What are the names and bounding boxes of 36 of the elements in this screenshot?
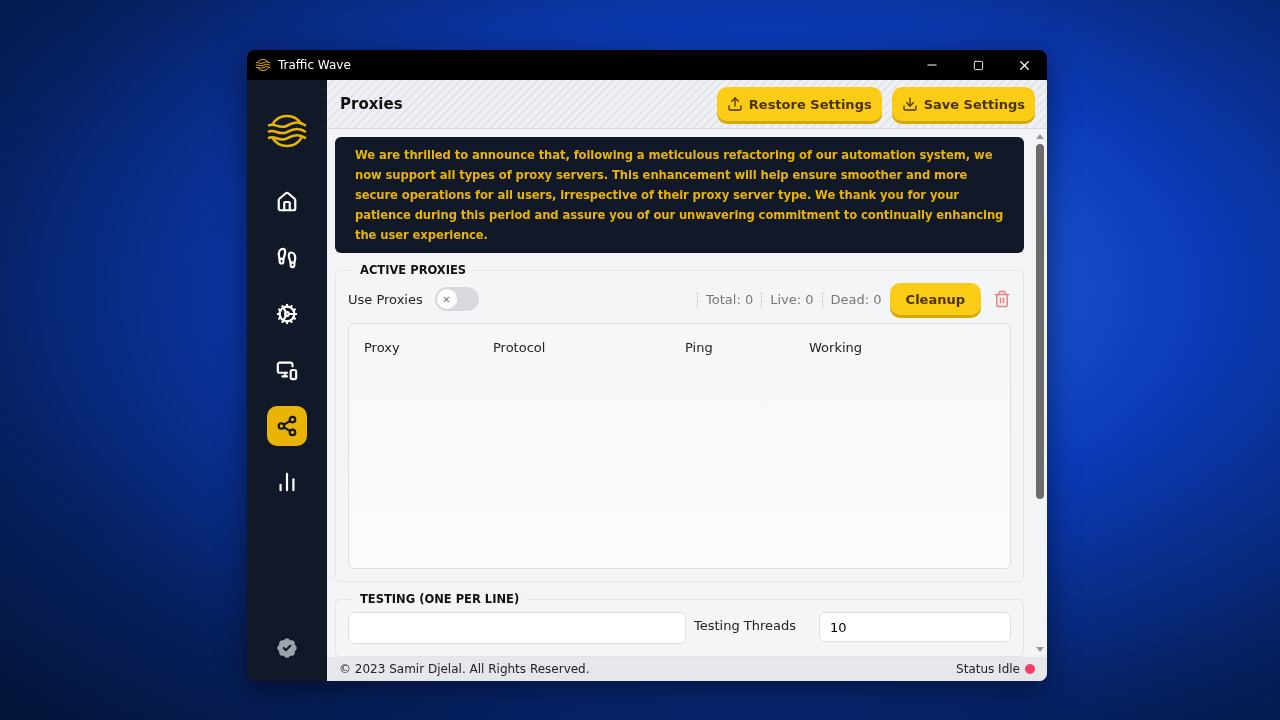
cleanup-button[interactable]: Cleanup xyxy=(889,283,981,315)
proxy-input-field[interactable] xyxy=(348,612,686,644)
signal-bars-icon xyxy=(276,471,298,493)
network-icon xyxy=(276,415,298,437)
save-settings-button[interactable]: Save Settings xyxy=(891,87,1035,121)
wave-logo-icon xyxy=(255,57,271,73)
section-title: TESTING (ONE PER LINE) xyxy=(359,592,521,606)
x-icon xyxy=(442,294,452,304)
download-icon xyxy=(901,96,918,112)
settings-icon xyxy=(276,303,298,325)
threads-input-field[interactable]: 10 xyxy=(819,612,1011,642)
devices-icon xyxy=(276,359,298,381)
maximize-icon xyxy=(972,59,984,71)
status-text: Status Idle xyxy=(956,662,1020,676)
sidebar-nav-button[interactable] xyxy=(267,406,307,446)
verified-badge-icon xyxy=(274,635,300,661)
proxy-count: Total: 0 xyxy=(697,291,762,307)
home-icon xyxy=(276,191,298,213)
section-title: ACTIVE PROXIES xyxy=(359,263,468,277)
proxy-count: Live: 0 xyxy=(761,291,822,307)
announcement-text: We are thrilled to announce that, following a meticulous refactoring of our automation system, we now support all types of proxy servers. This enhancement will help ensure smoother and more secure operations for all users, irrespective of their proxy server type. We thank you for your patience during this period and assure you of our unwavering commitment to continually enhancing the user experience. xyxy=(335,137,1024,253)
column-header: Protocol xyxy=(493,340,547,355)
column-header: Working xyxy=(809,340,864,355)
threads-label: Testing Threads xyxy=(694,618,797,633)
proxy-count: Dead: 0 xyxy=(821,291,890,307)
column-header: Ping xyxy=(685,340,714,355)
column-header: Proxy xyxy=(364,340,401,355)
copyright-text: © 2023 Samir Djelal. All Rights Reserved. xyxy=(339,662,591,676)
page-title: Proxies xyxy=(340,95,404,113)
footprints-icon xyxy=(276,247,298,269)
scrollbar-thumb[interactable] xyxy=(1035,144,1044,499)
restore-settings-button[interactable]: Restore Settings xyxy=(716,87,882,121)
use-proxies-toggle[interactable] xyxy=(434,287,479,311)
upload-icon xyxy=(726,96,743,112)
window-title: Traffic Wave xyxy=(278,58,352,72)
toggle-label: Use Proxies xyxy=(348,291,423,307)
